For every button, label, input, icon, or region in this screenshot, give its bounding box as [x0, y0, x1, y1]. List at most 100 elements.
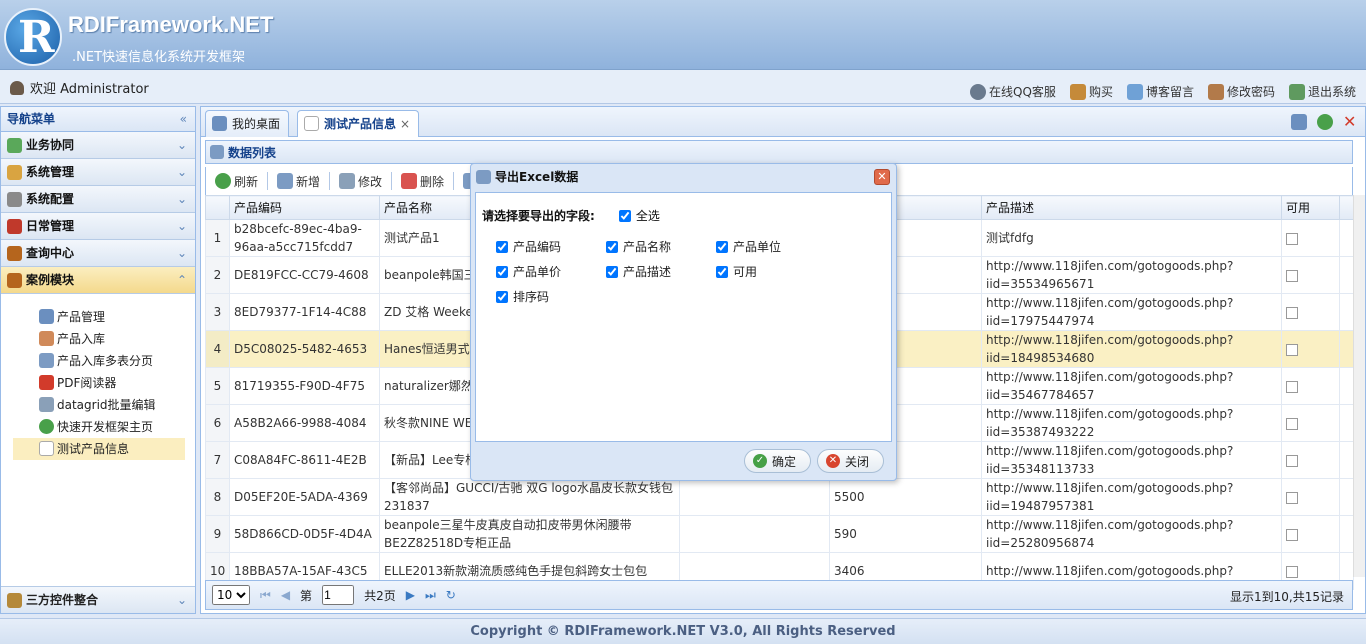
enabled-checkbox[interactable]	[1286, 528, 1298, 541]
field-description-input[interactable]	[606, 265, 618, 278]
blog-link[interactable]: 博客留言	[1126, 83, 1194, 100]
select-all-checkbox[interactable]: 全选	[618, 207, 660, 224]
refresh-icon[interactable]	[1317, 114, 1333, 130]
column-header-description[interactable]: 产品描述	[981, 195, 1282, 220]
enabled-checkbox[interactable]	[1286, 417, 1298, 430]
sidebar-item-datagrid-edit[interactable]: datagrid批量编辑	[13, 394, 185, 416]
sidebar-section-cases[interactable]: 案例模块 ⌃	[1, 267, 195, 294]
sidebar-section-system-config[interactable]: 系统配置 ⌄	[1, 186, 195, 213]
sidebar: 导航菜单 « 业务协同 ⌄ 系统管理 ⌄ 系统配置 ⌄ 日常管理 ⌄ 查询中心 ⌄ 案例模块…	[0, 106, 196, 614]
enabled-checkbox[interactable]	[1286, 232, 1298, 245]
cell-extra	[1339, 330, 1354, 368]
page-number-input[interactable]	[322, 585, 355, 605]
field-checkbox-description[interactable]: 产品描述	[606, 263, 716, 280]
blank-page-icon	[39, 441, 54, 456]
cell-enabled	[1281, 441, 1340, 479]
headset-icon	[970, 83, 987, 100]
total-pages: 共2页	[364, 588, 396, 603]
enabled-checkbox[interactable]	[1286, 269, 1298, 282]
sidebar-item-framework-home[interactable]: 快速开发框架主页	[13, 416, 185, 438]
edit-icon	[339, 173, 356, 189]
table-row[interactable]: 9 58D866CD-0D5F-4D4A beanpole三星牛皮真皮自动扣皮带男休…	[205, 515, 1354, 553]
delete-button[interactable]: 删除	[396, 171, 449, 192]
close-all-icon[interactable]: ✕	[1343, 114, 1359, 130]
field-checkbox-code[interactable]: 产品编码	[496, 238, 606, 255]
cancel-icon: ✕	[825, 454, 840, 468]
sidebar-item-test-product[interactable]: 测试产品信息	[13, 438, 185, 460]
first-page-icon[interactable]: ⏮	[260, 588, 271, 603]
brand-title: RDIFramework.NET	[68, 12, 274, 37]
enabled-checkbox[interactable]	[1286, 491, 1298, 504]
field-code-input[interactable]	[496, 240, 508, 253]
refresh-button[interactable]: 刷新	[210, 171, 263, 192]
enabled-checkbox[interactable]	[1286, 306, 1298, 319]
sidebar-item-product-in-multi[interactable]: 产品入库多表分页	[13, 350, 185, 372]
sidebar-section-query[interactable]: 查询中心 ⌄	[1, 240, 195, 267]
column-header-enabled[interactable]: 可用	[1281, 195, 1340, 220]
pagination-bar: 10 ⏮ ◀ 第 共2页 ▶ ⏭ ↻ 显示1到10,共15记录	[205, 580, 1353, 610]
field-checkbox-enabled[interactable]: 可用	[716, 263, 826, 280]
confirm-button[interactable]: ✓ 确定	[743, 449, 811, 473]
enabled-checkbox[interactable]	[1286, 343, 1298, 356]
sidebar-item-product-manage[interactable]: 产品管理	[13, 306, 185, 328]
sidebar-section-system-admin[interactable]: 系统管理 ⌄	[1, 159, 195, 186]
enabled-checkbox[interactable]	[1286, 380, 1298, 393]
chevron-down-icon: ⌄	[176, 246, 187, 260]
add-button[interactable]: 新增	[272, 171, 325, 192]
field-price-input[interactable]	[496, 265, 508, 278]
close-icon[interactable]: ×	[400, 117, 410, 131]
field-checkbox-price[interactable]: 产品单价	[496, 263, 606, 280]
dialog-close-icon[interactable]: ✕	[874, 169, 890, 185]
column-header-extra	[1339, 195, 1354, 220]
cell-description: http://www.118jifen.com/gotogoods.php?ii…	[981, 367, 1282, 405]
cell-name: 【客邻尚品】GUCCI/古驰 双G logo水晶皮长款女钱包231837	[379, 478, 680, 516]
field-checkbox-sort[interactable]: 排序码	[496, 288, 606, 305]
cell-extra	[1339, 404, 1354, 442]
field-name-input[interactable]	[606, 240, 618, 253]
chevron-up-icon: ⌃	[176, 273, 187, 287]
next-page-icon[interactable]: ▶	[406, 588, 415, 602]
sidebar-section-daily[interactable]: 日常管理 ⌄	[1, 213, 195, 240]
sidebar-section-third-party[interactable]: 三方控件整合 ⌄	[1, 586, 195, 613]
enabled-checkbox[interactable]	[1286, 565, 1298, 578]
chevron-down-icon: ⌄	[176, 219, 187, 233]
column-header-code[interactable]: 产品编码	[229, 195, 380, 220]
edit-button[interactable]: 修改	[334, 171, 387, 192]
field-checkbox-unit[interactable]: 产品单位	[716, 238, 826, 255]
logout-link[interactable]: 退出系统	[1288, 83, 1356, 100]
close-button[interactable]: ✕ 关闭	[816, 449, 884, 473]
enabled-checkbox[interactable]	[1286, 454, 1298, 467]
cell-code: DE819FCC-CC79-4608	[229, 256, 380, 294]
dialog-body: 请选择要导出的字段: 全选 产品编码 产品名称 产品单位 产品单价 产品描述 可…	[475, 192, 892, 442]
reload-icon[interactable]: ↻	[446, 588, 456, 602]
footer-copyright: Copyright © RDIFramework.NET V3.0, All R…	[0, 618, 1366, 644]
cell-code: 58D866CD-0D5F-4D4A	[229, 515, 380, 553]
vertical-scrollbar[interactable]	[1353, 195, 1365, 577]
change-password-link[interactable]: 修改密码	[1207, 83, 1275, 100]
tab-test-product[interactable]: 测试产品信息 ×	[297, 110, 420, 137]
prev-page-icon[interactable]: ◀	[281, 588, 290, 602]
row-number: 4	[205, 330, 230, 368]
table-row[interactable]: 8 D05EF20E-5ADA-4369 【客邻尚品】GUCCI/古驰 双G log…	[205, 478, 1354, 516]
qq-service-link[interactable]: 在线QQ客服	[970, 83, 1056, 100]
select-all-input[interactable]	[618, 209, 631, 222]
sidebar-section-business[interactable]: 业务协同 ⌄	[1, 132, 195, 159]
field-checkbox-name[interactable]: 产品名称	[606, 238, 716, 255]
page-size-select[interactable]: 10	[212, 585, 250, 605]
sidebar-item-product-in[interactable]: 产品入库	[13, 328, 185, 350]
collapse-left-icon[interactable]: «	[180, 107, 187, 132]
export-excel-dialog: 导出Excel数据 ✕ 请选择要导出的字段: 全选 产品编码 产品名称 产品单位…	[470, 163, 897, 481]
tab-list-icon[interactable]	[1291, 114, 1307, 130]
tab-bar: 我的桌面 测试产品信息 × ✕	[201, 107, 1365, 137]
cell-col4: 5500	[829, 478, 982, 516]
buy-link[interactable]: 购买	[1069, 83, 1113, 100]
field-enabled-input[interactable]	[716, 265, 728, 278]
sidebar-item-pdf-reader[interactable]: PDF阅读器	[13, 372, 185, 394]
logo: R	[4, 8, 62, 66]
cell-extra	[1339, 256, 1354, 294]
tab-desktop[interactable]: 我的桌面	[205, 110, 290, 137]
brand-subtitle: .NET快速信息化系统开发框架	[72, 50, 246, 65]
field-sort-input[interactable]	[496, 290, 508, 303]
last-page-icon[interactable]: ⏭	[425, 588, 436, 603]
field-unit-input[interactable]	[716, 240, 728, 253]
